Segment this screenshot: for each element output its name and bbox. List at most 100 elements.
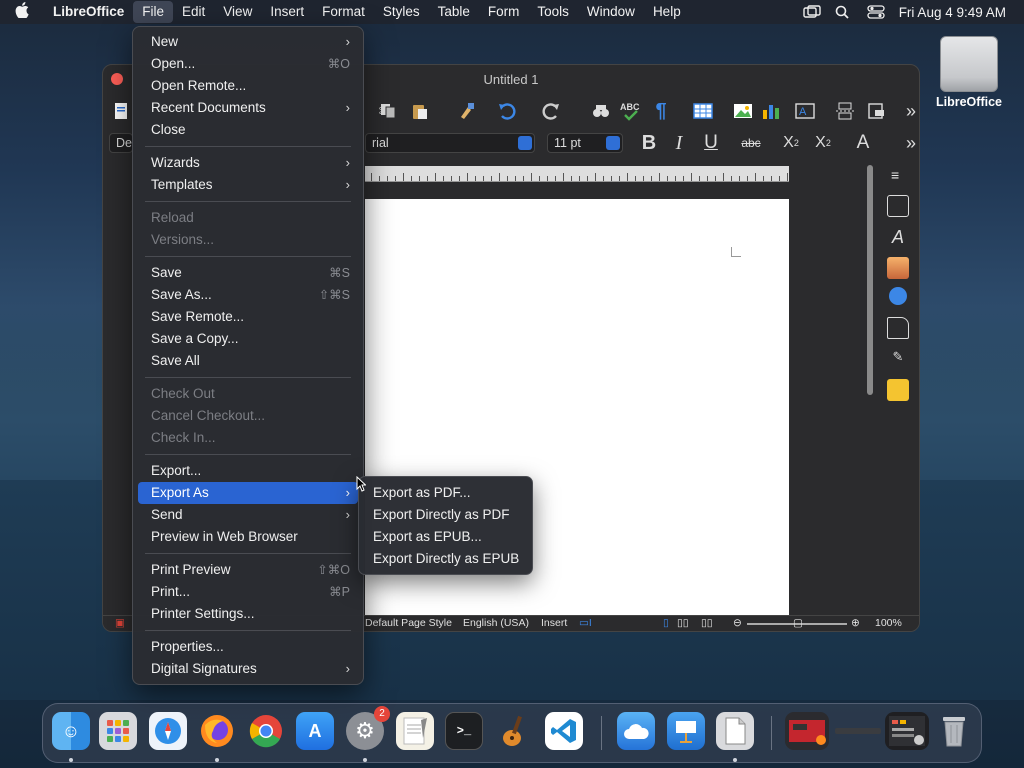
- garageband-icon[interactable]: [495, 712, 533, 750]
- menu-item-save-a-copy[interactable]: Save a Copy...: [138, 328, 358, 350]
- menu-window[interactable]: Window: [578, 1, 644, 23]
- multi-page-view-icon[interactable]: ▯▯: [677, 617, 689, 629]
- menubar-clock[interactable]: Fri Aug 4 9:49 AM: [899, 5, 1006, 20]
- bold-icon[interactable]: B: [637, 131, 661, 155]
- control-center-icon[interactable]: [867, 5, 885, 19]
- sidebar-menu-icon[interactable]: ≡: [891, 167, 899, 183]
- copy-icon[interactable]: [376, 99, 400, 123]
- new-document-icon[interactable]: [109, 99, 133, 123]
- insert-image-icon[interactable]: [731, 99, 755, 123]
- status-insert-mode[interactable]: Insert: [541, 617, 567, 629]
- undo-icon[interactable]: [495, 99, 519, 123]
- menu-item-print-preview[interactable]: Print Preview ⇧⌘O: [138, 559, 358, 581]
- vertical-scrollbar[interactable]: [865, 165, 875, 405]
- manage-changes-icon[interactable]: [887, 379, 909, 401]
- menu-item-print[interactable]: Print... ⌘P: [138, 581, 358, 603]
- gallery-icon[interactable]: [887, 257, 909, 279]
- launchpad-icon[interactable]: [99, 712, 137, 750]
- zoom-slider-thumb[interactable]: ▢: [793, 617, 803, 629]
- safari-icon[interactable]: [149, 712, 187, 750]
- find-replace-icon[interactable]: [589, 99, 613, 123]
- scrollbar-thumb[interactable]: [867, 165, 873, 395]
- system-settings-icon[interactable]: ⚙ 2: [346, 706, 390, 750]
- status-zoom[interactable]: 100%: [875, 617, 902, 629]
- finder-icon[interactable]: ☺: [52, 712, 90, 750]
- redo-icon[interactable]: [539, 99, 563, 123]
- formatting-marks-icon[interactable]: ¶: [649, 99, 673, 123]
- page-properties-icon[interactable]: [887, 195, 909, 217]
- insert-table-icon[interactable]: [691, 99, 715, 123]
- screen-mirroring-icon[interactable]: [802, 5, 821, 19]
- spotlight-search-icon[interactable]: [835, 5, 853, 19]
- underline-icon[interactable]: U: [699, 131, 723, 155]
- superscript-icon[interactable]: X2: [779, 131, 803, 155]
- strikethrough-icon[interactable]: abc: [739, 131, 763, 155]
- page-icon[interactable]: [887, 317, 909, 339]
- menu-item-open-remote[interactable]: Open Remote...: [138, 75, 358, 97]
- menu-item-preview-in-web-browser[interactable]: Preview in Web Browser: [138, 526, 358, 548]
- menu-table[interactable]: Table: [429, 1, 479, 23]
- keynote-icon[interactable]: [667, 712, 705, 750]
- vscode-icon[interactable]: [545, 712, 583, 750]
- style-inspector-icon[interactable]: ✎: [887, 349, 909, 371]
- menu-styles[interactable]: Styles: [374, 1, 429, 23]
- menu-insert[interactable]: Insert: [261, 1, 313, 23]
- zoom-in-icon[interactable]: ⊕: [851, 617, 860, 629]
- menu-item-export[interactable]: Export...: [138, 460, 358, 482]
- menu-item-recent-documents[interactable]: Recent Documents ›: [138, 97, 358, 119]
- menu-item-save-as[interactable]: Save As... ⇧⌘S: [138, 284, 358, 306]
- selection-mode-icon[interactable]: ▭I: [579, 617, 592, 629]
- paragraph-style-box[interactable]: De: [109, 133, 133, 153]
- font-name-box[interactable]: rial: [365, 133, 535, 153]
- icloud-icon[interactable]: [617, 712, 655, 750]
- status-language[interactable]: English (USA): [463, 617, 529, 629]
- menu-format[interactable]: Format: [313, 1, 374, 23]
- chrome-icon[interactable]: [247, 712, 285, 750]
- menu-item-open[interactable]: Open... ⌘O: [138, 53, 358, 75]
- submenu-item-export-as-pdf[interactable]: Export as PDF...: [363, 482, 528, 504]
- menu-item-printer-settings[interactable]: Printer Settings...: [138, 603, 358, 625]
- menu-item-save-all[interactable]: Save All: [138, 350, 358, 372]
- menu-item-digital-signatures[interactable]: Digital Signatures ›: [138, 658, 358, 680]
- menu-item-properties[interactable]: Properties...: [138, 636, 358, 658]
- toolbar-overflow-icon[interactable]: »: [899, 131, 919, 155]
- menu-help[interactable]: Help: [644, 1, 690, 23]
- font-size-box[interactable]: 11 pt: [547, 133, 623, 153]
- single-page-view-icon[interactable]: ▯: [663, 617, 669, 629]
- insert-chart-icon[interactable]: [759, 99, 783, 123]
- menu-item-save[interactable]: Save ⌘S: [138, 262, 358, 284]
- submenu-item-export-directly-as-pdf[interactable]: Export Directly as PDF: [363, 504, 528, 526]
- chevron-down-icon[interactable]: [606, 136, 620, 150]
- insert-textbox-icon[interactable]: A: [793, 99, 817, 123]
- menu-view[interactable]: View: [214, 1, 261, 23]
- app-store-icon[interactable]: A: [296, 712, 334, 750]
- clear-formatting-icon[interactable]: A: [851, 131, 875, 155]
- menu-item-save-remote[interactable]: Save Remote...: [138, 306, 358, 328]
- book-view-icon[interactable]: ▯▯: [701, 617, 713, 629]
- paste-icon[interactable]: [408, 99, 432, 123]
- menu-file[interactable]: File: [133, 1, 174, 23]
- subscript-icon[interactable]: X2: [811, 131, 835, 155]
- submenu-item-export-directly-as-epub[interactable]: Export Directly as EPUB: [363, 548, 528, 570]
- zoom-out-icon[interactable]: ⊖: [733, 617, 742, 629]
- insert-field-icon[interactable]: [865, 99, 889, 123]
- terminal-icon[interactable]: >_: [445, 712, 483, 750]
- clone-formatting-icon[interactable]: [455, 99, 479, 123]
- menu-item-wizards[interactable]: Wizards ›: [138, 152, 358, 174]
- chevron-down-icon[interactable]: [518, 136, 532, 150]
- stack-thumbnail-2[interactable]: [835, 712, 881, 750]
- italic-icon[interactable]: I: [667, 131, 691, 155]
- toolbar-overflow-icon[interactable]: »: [899, 99, 919, 123]
- menu-item-new[interactable]: New ›: [138, 31, 358, 53]
- trash-icon[interactable]: [935, 712, 973, 750]
- menu-tools[interactable]: Tools: [528, 1, 578, 23]
- status-page-style[interactable]: Default Page Style: [365, 617, 452, 629]
- stack-thumbnail-1[interactable]: [785, 712, 829, 750]
- insert-page-break-icon[interactable]: [833, 99, 857, 123]
- submenu-item-export-as-epub[interactable]: Export as EPUB...: [363, 526, 528, 548]
- apple-menu-icon[interactable]: [0, 2, 44, 22]
- stack-thumbnail-3[interactable]: [885, 712, 929, 750]
- styles-icon[interactable]: A: [887, 227, 909, 249]
- menu-form[interactable]: Form: [479, 1, 529, 23]
- menu-app-name[interactable]: LibreOffice: [44, 1, 133, 23]
